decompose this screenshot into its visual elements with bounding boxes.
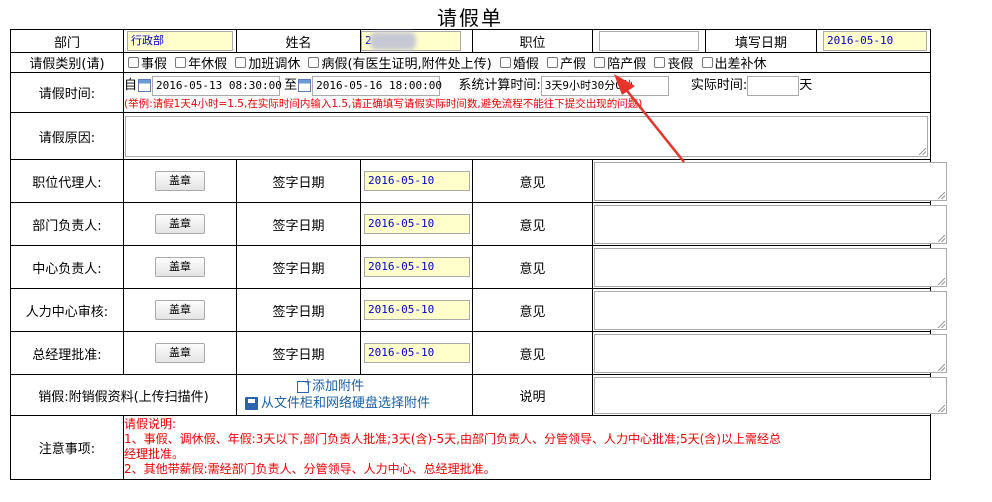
choose-from-cabinet-link[interactable]: 从文件柜和网络硬盘选择附件 bbox=[261, 396, 430, 411]
opt-nianxiujia: 年休假 bbox=[188, 57, 228, 72]
checkbox-hunjia[interactable] bbox=[499, 57, 511, 68]
actual-time-input[interactable] bbox=[747, 75, 800, 96]
approval-role: 人力中心审核: bbox=[10, 288, 124, 332]
approval-row: 中心负责人: 盖章 签字日期 2016-05-10 意见 bbox=[10, 245, 947, 289]
add-attachment-link[interactable]: 添加附件 bbox=[312, 379, 364, 394]
opinion-label: 意见 bbox=[472, 245, 593, 289]
calc-time-label: 系统计算时间: bbox=[458, 78, 541, 93]
dept-input[interactable]: 行政部 bbox=[127, 31, 233, 51]
file-cabinet-icon bbox=[245, 397, 258, 410]
sign-date-label: 签字日期 bbox=[236, 202, 361, 246]
checkbox-bingjia[interactable] bbox=[308, 57, 320, 68]
stamp-button[interactable]: 盖章 bbox=[155, 171, 205, 191]
approval-row: 人力中心审核: 盖章 签字日期 2016-05-10 意见 bbox=[10, 288, 947, 332]
reason-textarea[interactable] bbox=[125, 115, 928, 157]
time-hint: (举例:请假1天4小时=1.5,在实际时间内输入1.5,请正确填写请假实际时间数… bbox=[124, 98, 643, 110]
stamp-button[interactable]: 盖章 bbox=[155, 300, 205, 320]
opt-peichanjia: 陪产假 bbox=[607, 57, 647, 72]
to-label: 至 bbox=[284, 78, 298, 93]
cancel-leave-label: 销假:附销假资料(上传扫描件) bbox=[10, 374, 237, 416]
opinion-label: 意见 bbox=[472, 202, 593, 246]
opinion-textarea[interactable] bbox=[594, 161, 947, 201]
name-input[interactable]: 2 bbox=[361, 31, 461, 51]
calendar-icon[interactable] bbox=[138, 79, 152, 92]
approval-row: 部门负责人: 盖章 签字日期 2016-05-10 意见 bbox=[10, 202, 947, 246]
opt-chanjia: 产假 bbox=[560, 57, 587, 72]
sign-date-label: 签字日期 bbox=[236, 245, 361, 289]
sign-date-label: 签字日期 bbox=[236, 331, 361, 375]
description-label: 说明 bbox=[472, 374, 593, 416]
leave-type-label: 请假类别(请) bbox=[10, 52, 124, 73]
opinion-textarea[interactable] bbox=[594, 290, 947, 330]
sign-date-label: 签字日期 bbox=[236, 288, 361, 332]
dept-label: 部门 bbox=[10, 29, 124, 53]
opinion-textarea[interactable] bbox=[594, 247, 947, 287]
actual-time-unit: 天 bbox=[799, 78, 813, 93]
opinion-textarea[interactable] bbox=[594, 204, 947, 244]
position-input[interactable] bbox=[599, 31, 699, 51]
checkbox-chuchabuxiu[interactable] bbox=[701, 57, 713, 68]
opinion-label: 意见 bbox=[472, 331, 593, 375]
checkbox-chanjia[interactable] bbox=[547, 57, 559, 68]
opt-shijia: 事假 bbox=[141, 57, 168, 72]
leave-form-table: 部门 行政部 姓名 2 职位 填写日期 2016-05-10 请假类别(请) 事… bbox=[10, 29, 947, 480]
notes-line: 请假说明: bbox=[124, 417, 177, 431]
notes-line: 1、事假、调休假、年假:3天以下,部门负责人批准;3天(含)-5天,由部门负责人… bbox=[124, 432, 782, 446]
checkbox-jiabantiaoxiu[interactable] bbox=[235, 57, 247, 68]
redacted-name bbox=[370, 32, 416, 50]
leave-time-label: 请假时间: bbox=[10, 72, 124, 113]
name-label: 姓名 bbox=[236, 29, 361, 53]
form-title: 请假单 bbox=[437, 6, 503, 30]
sign-date-input[interactable]: 2016-05-10 bbox=[364, 300, 470, 320]
reason-label: 请假原因: bbox=[10, 112, 124, 160]
start-time-input[interactable]: 2016-05-13 08:30:00 bbox=[152, 75, 282, 96]
position-label: 职位 bbox=[472, 29, 593, 53]
notes-line: 经理批准。 bbox=[124, 447, 185, 461]
stamp-button[interactable]: 盖章 bbox=[155, 257, 205, 277]
approval-role: 部门负责人: bbox=[10, 202, 124, 246]
sign-date-input[interactable]: 2016-05-10 bbox=[364, 171, 470, 191]
sign-date-input[interactable]: 2016-05-10 bbox=[364, 257, 470, 277]
approval-role: 职位代理人: bbox=[10, 159, 124, 203]
approval-role: 中心负责人: bbox=[10, 245, 124, 289]
approval-role: 总经理批准: bbox=[10, 331, 124, 375]
end-time-input[interactable]: 2016-05-16 18:00:00 bbox=[312, 75, 442, 96]
actual-time-label: 实际时间: bbox=[690, 78, 748, 93]
checkbox-peichanjia[interactable] bbox=[594, 57, 606, 68]
checkbox-shijia[interactable] bbox=[128, 57, 139, 68]
opinion-label: 意见 bbox=[472, 288, 593, 332]
checkbox-nianxiujia[interactable] bbox=[175, 57, 187, 68]
notes-line: 2、其他带薪假:需经部门负责人、分管领导、人力中心、总经理批准。 bbox=[124, 462, 496, 476]
description-textarea[interactable] bbox=[594, 376, 947, 414]
opt-chuchabuxiu: 出差补休 bbox=[714, 57, 767, 72]
opt-sangjia: 丧假 bbox=[667, 57, 694, 72]
opt-bingjia: 病假(有医生证明,附件处上传) bbox=[321, 57, 492, 72]
opt-jiabantiaoxiu: 加班调休 bbox=[248, 57, 301, 72]
sign-date-input[interactable]: 2016-05-10 bbox=[364, 214, 470, 234]
approval-row: 职位代理人: 盖章 签字日期 2016-05-10 意见 bbox=[10, 159, 947, 203]
opinion-label: 意见 bbox=[472, 159, 593, 203]
date-label: 填写日期 bbox=[705, 29, 817, 53]
stamp-button[interactable]: 盖章 bbox=[155, 214, 205, 234]
add-attachment-icon bbox=[297, 374, 312, 393]
opt-hunjia: 婚假 bbox=[512, 57, 539, 72]
checkbox-sangjia[interactable] bbox=[654, 57, 666, 68]
stamp-button[interactable]: 盖章 bbox=[155, 343, 205, 363]
from-label: 自 bbox=[124, 78, 138, 93]
leave-type-options: 事假 年休假 加班调休 病假(有医生证明,附件处上传) 婚假 产假 陪产假 丧假… bbox=[123, 52, 931, 73]
calendar-icon[interactable] bbox=[298, 79, 312, 92]
opinion-textarea[interactable] bbox=[594, 333, 947, 373]
sign-date-label: 签字日期 bbox=[236, 159, 361, 203]
approval-row: 总经理批准: 盖章 签字日期 2016-05-10 意见 bbox=[10, 331, 947, 375]
sign-date-input[interactable]: 2016-05-10 bbox=[364, 343, 470, 363]
notes-content: 请假说明: 1、事假、调休假、年假:3天以下,部门负责人批准;3天(含)-5天,… bbox=[123, 415, 931, 480]
notes-label: 注意事项: bbox=[10, 415, 124, 480]
calc-time-input[interactable]: 3天9小时30分0秒 bbox=[540, 75, 669, 96]
fill-date-input[interactable]: 2016-05-10 bbox=[823, 31, 927, 51]
